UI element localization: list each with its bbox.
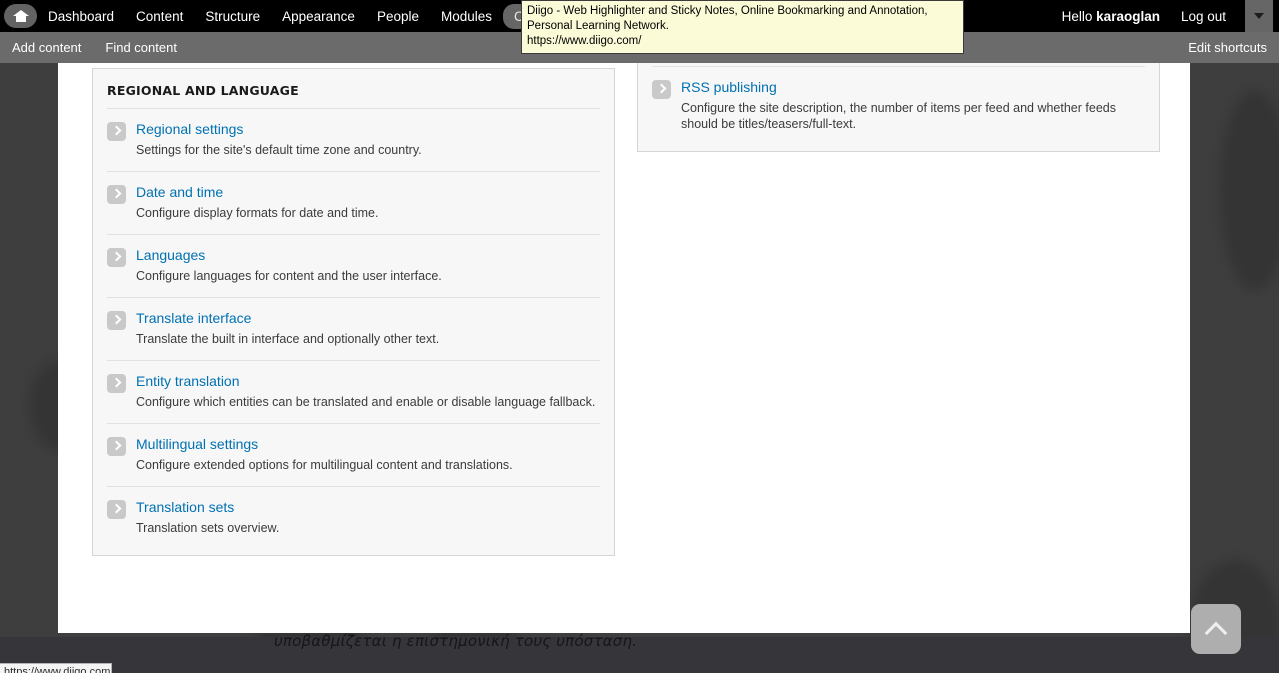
link-multilingual-settings[interactable]: Multilingual settings	[136, 436, 258, 453]
list-item[interactable]: Date and time Configure display formats …	[107, 171, 600, 234]
chevron-right-icon	[107, 500, 126, 519]
item-description: Configure languages for content and the …	[136, 269, 442, 283]
shortcut-add-content[interactable]: Add content	[0, 40, 93, 55]
chevron-right-icon	[107, 248, 126, 267]
list-item[interactable]: Languages Configure languages for conten…	[107, 234, 600, 297]
item-description: Configure extended options for multiling…	[136, 458, 513, 472]
link-preview-tooltip: Diigo - Web Highlighter and Sticky Notes…	[521, 0, 964, 54]
background-greek-text: υποβαθμίζεται η επιστημονική τους υπόστα…	[274, 632, 638, 650]
list-item[interactable]: Entity translation Configure which entit…	[107, 360, 600, 423]
list-item[interactable]: Multilingual settings Configure extended…	[107, 423, 600, 486]
edit-shortcuts-link[interactable]: Edit shortcuts	[1188, 40, 1279, 55]
link-regional-settings[interactable]: Regional settings	[136, 121, 243, 138]
chevron-right-icon	[652, 80, 671, 99]
link-languages[interactable]: Languages	[136, 247, 205, 264]
link-translate-interface[interactable]: Translate interface	[136, 310, 251, 327]
item-description: Settings for the site's default time zon…	[136, 143, 422, 157]
list-item[interactable]: Regional settings Settings for the site'…	[107, 108, 600, 171]
toolbar-item-people[interactable]: People	[366, 4, 430, 29]
toolbar-item-dashboard[interactable]: Dashboard	[37, 4, 125, 29]
list-item[interactable]: RSS publishing Configure the site descri…	[652, 66, 1145, 145]
panel-title-regional: REGIONAL AND LANGUAGE	[107, 83, 299, 98]
link-rss-publishing[interactable]: RSS publishing	[681, 79, 777, 96]
greeting-label: Hello karaoglan	[1052, 4, 1170, 29]
toolbar-item-content[interactable]: Content	[125, 4, 194, 29]
greeting-prefix: Hello	[1061, 8, 1097, 24]
chevron-right-icon	[107, 437, 126, 456]
background-text-band	[0, 637, 1279, 673]
browser-status-bar: https://www.diigo.com	[0, 663, 112, 673]
left-column: Enable or disable clean URLs for your si…	[92, 0, 615, 582]
list-item[interactable]: Translation sets Translation sets overvi…	[107, 486, 600, 549]
link-date-and-time[interactable]: Date and time	[136, 184, 223, 201]
toolbar-item-appearance[interactable]: Appearance	[271, 4, 366, 29]
username: karaoglan	[1096, 8, 1160, 24]
item-description: Translate the built in interface and opt…	[136, 332, 440, 346]
chevron-down-icon[interactable]	[1245, 0, 1273, 32]
link-translation-sets[interactable]: Translation sets	[136, 499, 234, 516]
toolbar-user-area: Hello karaoglan Log out	[1052, 0, 1279, 32]
panel-body-regional: Regional settings Settings for the site'…	[93, 108, 614, 555]
logout-button[interactable]: Log out	[1170, 4, 1237, 29]
item-description: Translation sets overview.	[136, 521, 280, 535]
item-description: Configure which entities can be translat…	[136, 395, 596, 409]
link-entity-translation[interactable]: Entity translation	[136, 373, 240, 390]
chevron-right-icon	[107, 185, 126, 204]
panel-body-web-services: RSS publishing Configure the site descri…	[638, 66, 1159, 151]
background-shape	[1220, 90, 1279, 290]
chevron-right-icon	[107, 374, 126, 393]
chevron-right-icon	[107, 311, 126, 330]
list-item[interactable]: Translate interface Translate the built …	[107, 297, 600, 360]
tooltip-title: Diigo - Web Highlighter and Sticky Notes…	[527, 5, 928, 32]
tooltip-url: https://www.diigo.com/	[527, 35, 642, 47]
toolbar-item-structure[interactable]: Structure	[194, 4, 271, 29]
scroll-to-top-button[interactable]	[1191, 604, 1241, 654]
shortcut-find-content[interactable]: Find content	[93, 40, 189, 55]
home-icon[interactable]	[4, 4, 37, 28]
configuration-page-sheet: Enable or disable clean URLs for your si…	[58, 0, 1190, 633]
item-description: Configure the site description, the numb…	[681, 101, 1116, 131]
panel-regional-and-language: REGIONAL AND LANGUAGE Regional settings …	[92, 68, 615, 556]
item-description: Configure display formats for date and t…	[136, 206, 379, 220]
toolbar-item-modules[interactable]: Modules	[430, 4, 503, 29]
chevron-right-icon	[107, 122, 126, 141]
